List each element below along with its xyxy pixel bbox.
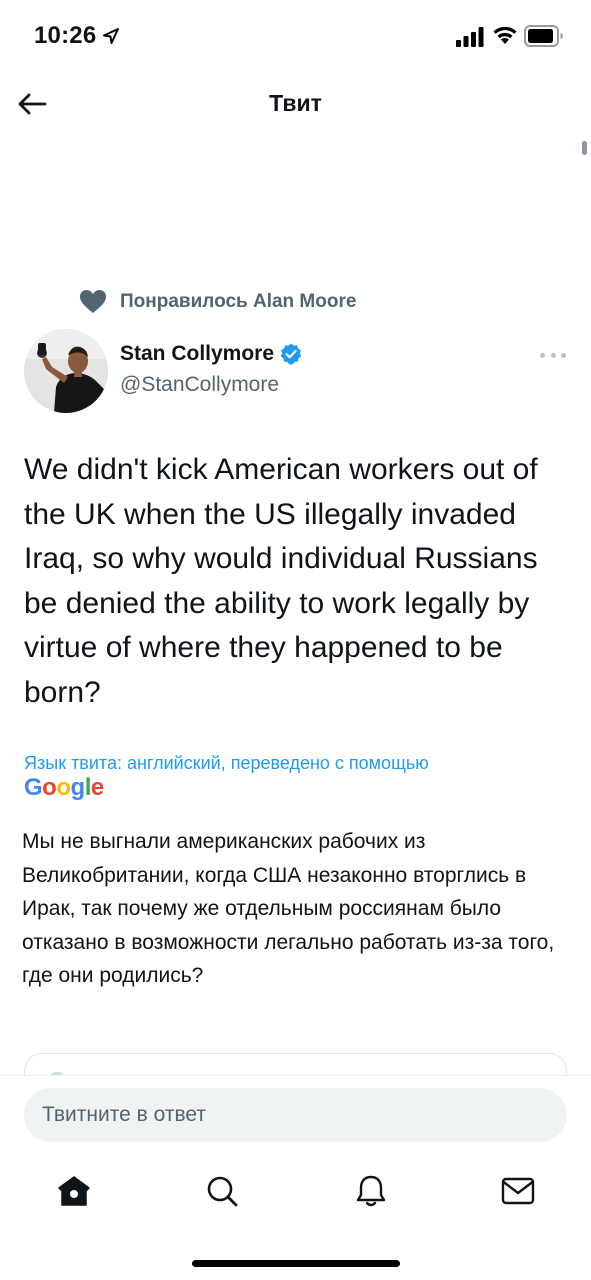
nav-search[interactable]	[202, 1171, 242, 1211]
more-options-button[interactable]	[540, 346, 566, 364]
translation-label[interactable]: Язык твита: английский, переведено с пом…	[24, 753, 429, 774]
reply-input[interactable]: Твитните в ответ	[24, 1088, 567, 1142]
verified-badge-icon	[280, 343, 302, 365]
more-dot-icon	[561, 352, 566, 358]
tweet-text: We didn't kick American workers out of t…	[24, 453, 538, 709]
social-context[interactable]: Понравилось Alan Moore	[80, 289, 356, 315]
home-icon	[58, 1176, 90, 1206]
page-title: Твит	[269, 90, 322, 116]
nav-notifications[interactable]	[351, 1171, 391, 1211]
scroll-indicator[interactable]	[582, 141, 587, 155]
author-name-row[interactable]: Stan Collymore	[120, 342, 302, 366]
google-logo: Google	[24, 774, 104, 801]
search-icon	[207, 1176, 238, 1207]
liked-by-text: Понравилось Alan Moore	[120, 291, 357, 312]
status-bar: 10:26	[0, 0, 591, 72]
nav-messages[interactable]	[498, 1171, 538, 1211]
author-handle[interactable]: @StanCollymore	[120, 373, 279, 397]
more-dot-icon	[540, 352, 545, 358]
location-arrow-icon	[103, 28, 119, 44]
wifi-icon	[493, 26, 517, 44]
home-indicator	[192, 1260, 400, 1267]
battery-icon	[524, 25, 563, 47]
nav-home[interactable]	[54, 1171, 94, 1211]
top-header: Твит	[0, 72, 591, 142]
author-name[interactable]: Stan Collymore	[120, 342, 274, 366]
bottom-nav	[0, 1153, 591, 1233]
translated-tweet-text: Мы не выгнали американских рабочих из Ве…	[22, 830, 555, 987]
more-dot-icon	[550, 352, 556, 358]
heart-icon	[80, 290, 106, 313]
messages-icon	[501, 1177, 535, 1205]
avatar[interactable]	[24, 329, 108, 413]
cellular-signal-icon	[456, 27, 484, 47]
avatar-image	[24, 329, 108, 413]
status-time: 10:26	[34, 22, 97, 49]
notifications-icon	[356, 1175, 386, 1207]
